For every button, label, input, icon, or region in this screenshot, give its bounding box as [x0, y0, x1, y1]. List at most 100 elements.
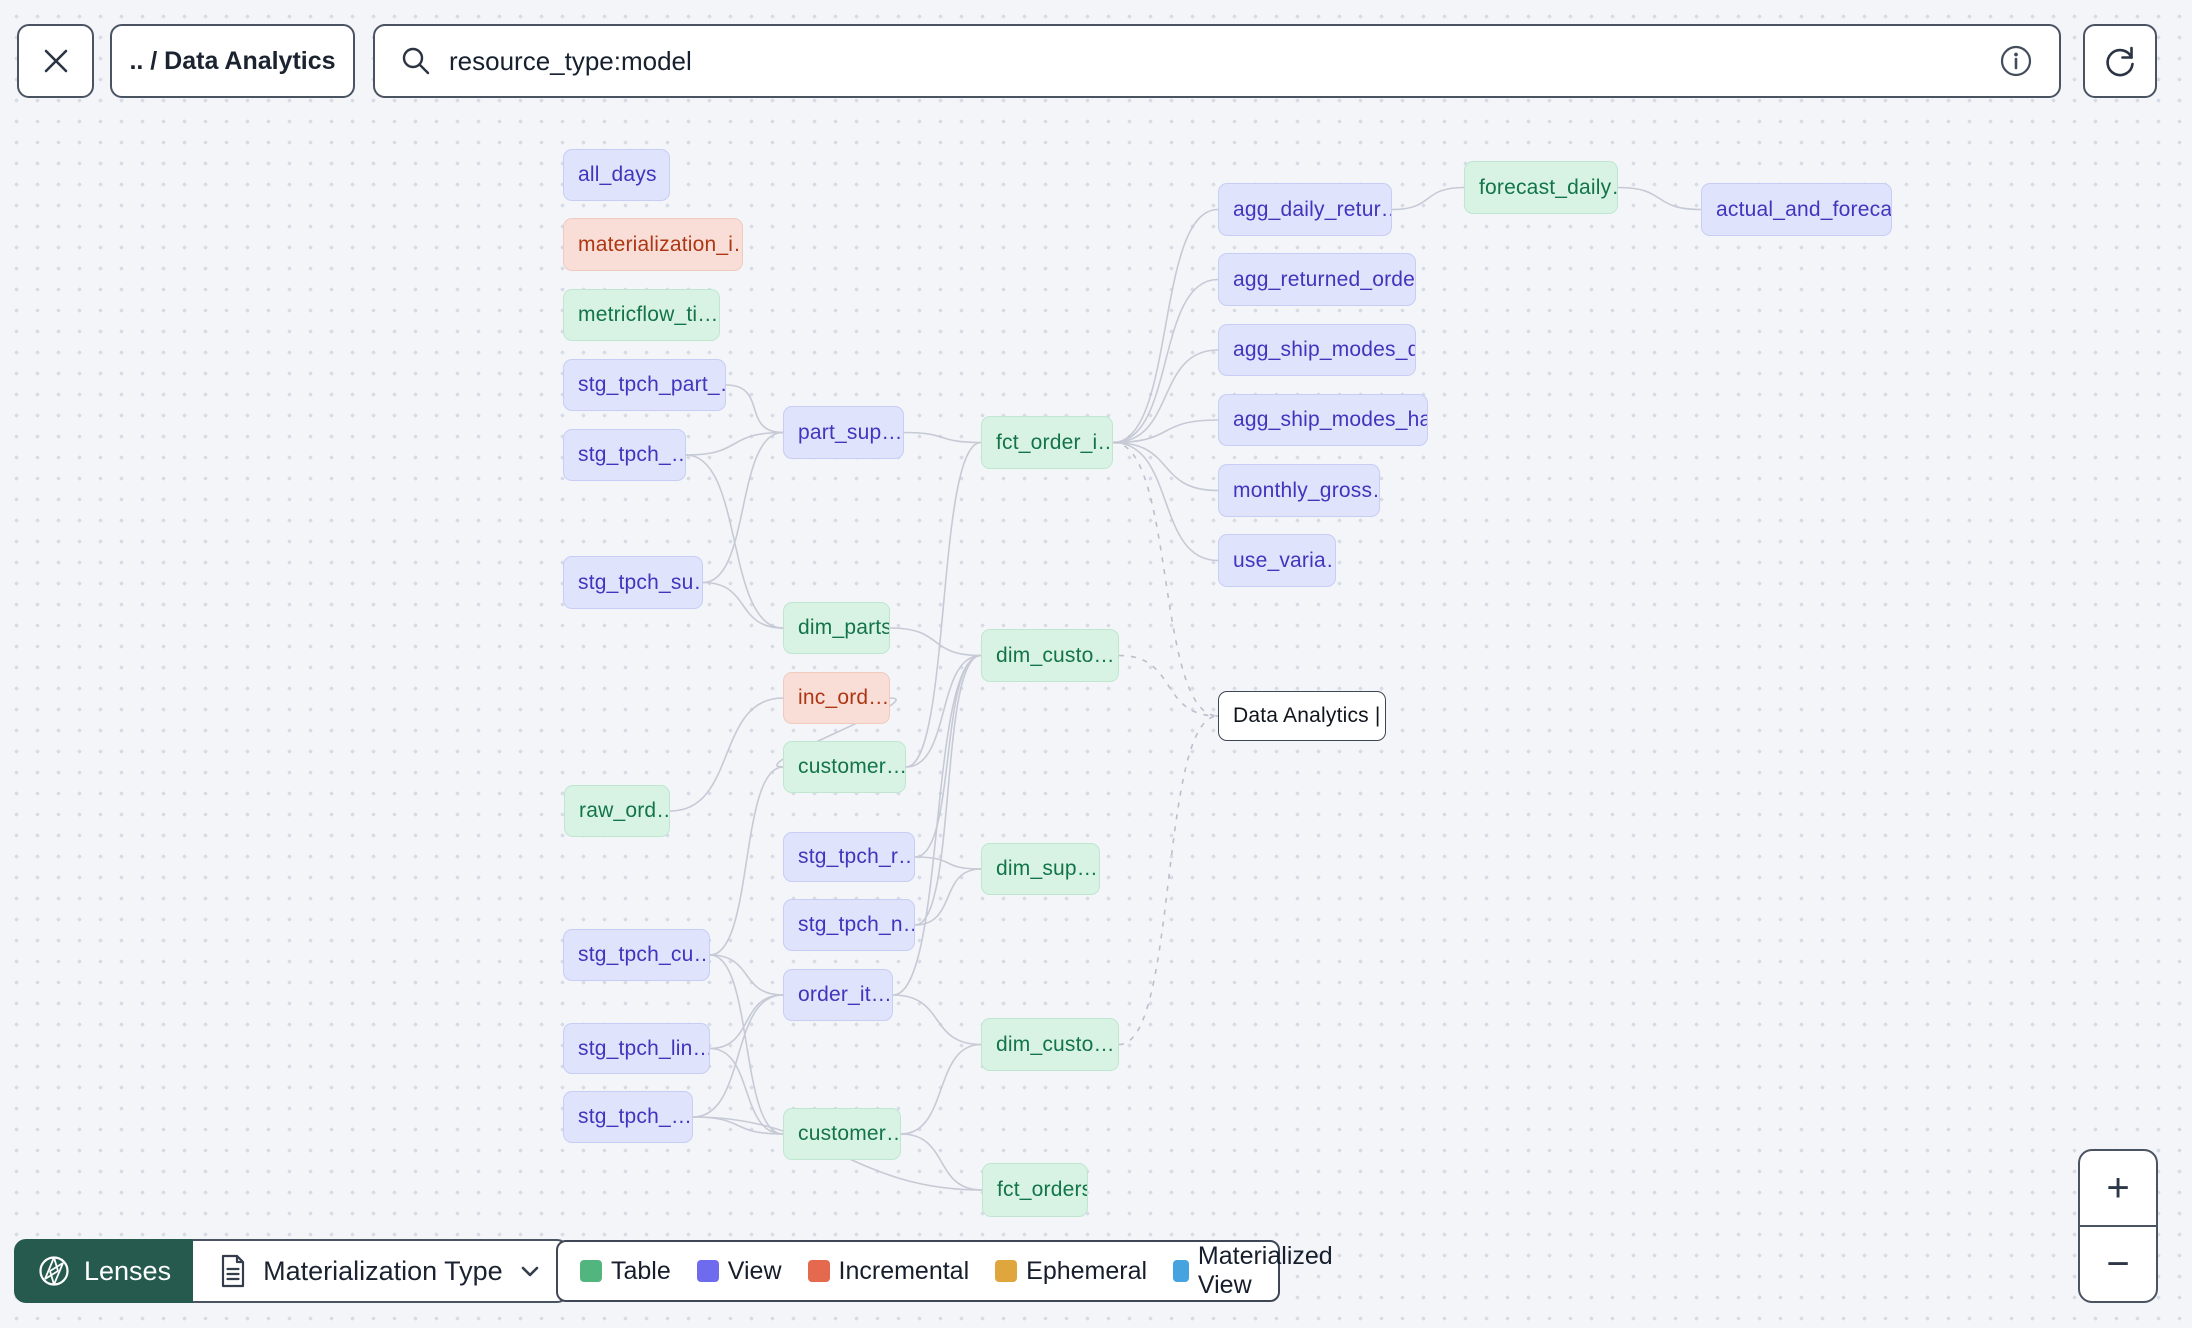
- zoom-controls: + −: [2078, 1149, 2158, 1303]
- graph-node-stg_tpch_part[interactable]: stg_tpch_part_…: [563, 359, 726, 411]
- lenses-label: Lenses: [84, 1255, 172, 1286]
- materialization-type-selector[interactable]: Materialization Type: [193, 1239, 569, 1303]
- breadcrumb[interactable]: .. / Data Analytics: [110, 24, 355, 98]
- edge-fct_order_i-to-agg_returned: [1112, 278, 1219, 444]
- graph-node-raw_ord[interactable]: raw_ord…: [564, 785, 670, 837]
- graph-node-agg_returned[interactable]: agg_returned_orde…: [1218, 253, 1416, 306]
- edge-fct_order_i-to-exposure: [1112, 441, 1219, 717]
- edge-customer_b-to-fct_orders: [900, 1133, 983, 1191]
- graph-node-metricflow_ti[interactable]: metricflow_ti…: [563, 289, 720, 341]
- edge-order_it-to-dim_custo_b: [892, 994, 982, 1046]
- lens-aperture-icon: [36, 1253, 72, 1289]
- graph-node-customer_b[interactable]: customer…: [783, 1108, 901, 1160]
- edge-dim_custo_a-to-exposure: [1118, 654, 1219, 717]
- graph-node-dim_sup[interactable]: dim_sup…: [981, 843, 1100, 895]
- refresh-icon: [2100, 41, 2140, 81]
- graph-node-dim_parts[interactable]: dim_parts: [783, 602, 890, 654]
- legend-label: Ephemeral: [1026, 1256, 1148, 1285]
- edge-stg_tpch_part-to-part_sup: [725, 384, 784, 434]
- zoom-out-button[interactable]: −: [2080, 1227, 2156, 1301]
- edge-fct_order_i-to-agg_daily: [1112, 208, 1219, 444]
- graph-node-agg_daily[interactable]: agg_daily_retur…: [1218, 183, 1392, 236]
- legend-label: Materialized View: [1197, 1242, 1333, 1299]
- breadcrumb-label: .. / Data Analytics: [129, 46, 336, 75]
- graph-node-all_days[interactable]: all_days: [563, 149, 670, 201]
- legend-swatch: [807, 1260, 830, 1282]
- graph-node-dim_custo_b[interactable]: dim_custo…: [981, 1018, 1119, 1071]
- graph-node-use_varia[interactable]: use_varia…: [1218, 534, 1336, 587]
- edge-stg_tpch_n-to-dim_custo_a: [914, 654, 982, 926]
- edge-stg_tpch_lin-to-customer_b: [709, 1047, 784, 1135]
- graph-node-actual_forecast[interactable]: actual_and_foreca…: [1701, 183, 1892, 236]
- legend-item-table: Table: [580, 1257, 671, 1286]
- edge-stg_tpch_su-to-part_sup: [702, 431, 784, 584]
- legend-swatch: [1173, 1260, 1189, 1282]
- zoom-in-button[interactable]: +: [2080, 1151, 2156, 1227]
- edge-stg_tpch_cu-to-customer_a: [709, 766, 784, 956]
- graph-node-stg_tpch_lin[interactable]: stg_tpch_lin…: [563, 1023, 710, 1074]
- graph-node-stg_tpch_a[interactable]: stg_tpch_…: [563, 429, 686, 481]
- edge-fct_order_i-to-monthly_gross: [1112, 441, 1219, 492]
- document-icon: [217, 1254, 249, 1288]
- graph-node-agg_ship_d[interactable]: agg_ship_modes_d…: [1218, 324, 1416, 376]
- edge-stg_tpch_cu-to-customer_b: [709, 954, 784, 1135]
- search-icon: [399, 44, 433, 78]
- edge-stg_tpch_r-to-dim_sup: [914, 856, 982, 870]
- legend-swatch: [580, 1260, 602, 1282]
- edge-fct_order_i-to-use_varia: [1112, 441, 1219, 562]
- graph-node-order_it[interactable]: order_it…: [783, 969, 893, 1021]
- toolbar: .. / Data Analytics: [0, 0, 2192, 120]
- legend-item-incremental: Incremental: [807, 1256, 970, 1286]
- graph-node-stg_tpch_r[interactable]: stg_tpch_r…: [783, 832, 915, 882]
- edge-customer_a-to-dim_custo_a: [905, 654, 982, 768]
- graph-node-monthly_gross[interactable]: monthly_gross…: [1218, 464, 1380, 517]
- edge-stg_tpch_r-to-dim_custo_a: [914, 654, 982, 858]
- edge-fct_order_i-to-agg_ship_ha: [1112, 419, 1219, 444]
- edge-stg_tpch_cu-to-order_it: [709, 954, 784, 996]
- graph-node-materialization_i[interactable]: materialization_i…: [563, 218, 743, 271]
- edge-stg_tpch_a-to-part_sup: [685, 431, 784, 456]
- edge-stg_tpch_lin-to-order_it: [709, 994, 784, 1050]
- search-input[interactable]: [449, 45, 1997, 77]
- edge-dim_custo_b-to-exposure: [1118, 715, 1219, 1046]
- search-bar[interactable]: [373, 24, 2061, 98]
- graph-node-stg_tpch_b[interactable]: stg_tpch_…: [563, 1091, 693, 1143]
- graph-node-dim_custo_a[interactable]: dim_custo…: [981, 629, 1119, 682]
- legend-item-ephemeral: Ephemeral: [995, 1257, 1147, 1286]
- chevron-down-icon: [517, 1258, 543, 1284]
- legend-label: Incremental: [838, 1256, 970, 1285]
- materialization-type-label: Materialization Type: [263, 1255, 503, 1286]
- graph-node-forecast_daily[interactable]: forecast_daily…: [1464, 161, 1618, 214]
- graph-node-customer_a[interactable]: customer…: [783, 741, 906, 793]
- graph-node-inc_ord[interactable]: inc_ord…: [783, 672, 890, 724]
- info-icon[interactable]: [1997, 42, 2035, 80]
- legend-label: Table: [611, 1256, 671, 1285]
- graph-node-stg_tpch_n[interactable]: stg_tpch_n…: [783, 899, 915, 951]
- graph-node-fct_orders[interactable]: fct_orders: [982, 1163, 1088, 1217]
- lenses-bar: Lenses Materialization Type: [14, 1239, 569, 1303]
- edge-customer_b-to-dim_custo_b: [900, 1043, 982, 1135]
- edge-raw_ord-to-inc_ord: [669, 697, 784, 812]
- edge-customer_a-to-fct_order_i: [905, 441, 982, 768]
- edge-agg_daily-to-forecast_daily: [1391, 186, 1465, 211]
- edge-stg_tpch_su-to-dim_parts: [702, 581, 784, 629]
- edge-dim_parts-to-dim_custo_a: [889, 627, 982, 657]
- graph-node-stg_tpch_cu[interactable]: stg_tpch_cu…: [563, 929, 710, 981]
- lenses-button[interactable]: Lenses: [14, 1239, 194, 1303]
- lineage-canvas[interactable]: all_days materialization_i… metricflow_ti……: [0, 0, 2192, 1328]
- graph-node-part_sup[interactable]: part_sup…: [783, 406, 904, 459]
- edge-stg_tpch_b-to-customer_b: [692, 1116, 784, 1135]
- close-button[interactable]: [17, 24, 94, 98]
- edge-part_sup-to-fct_order_i: [903, 431, 982, 444]
- legend-item-materialized-view: Materialized View: [1173, 1242, 1339, 1300]
- legend-label: View: [727, 1256, 782, 1285]
- graph-node-exposure[interactable]: Data Analytics | …: [1218, 691, 1386, 741]
- legend-item-view: View: [696, 1256, 782, 1286]
- edge-stg_tpch_n-to-dim_sup: [914, 868, 982, 926]
- graph-node-fct_order_i[interactable]: fct_order_i…: [981, 416, 1113, 469]
- legend: Table View Incremental Ephemeral Materialize…: [556, 1240, 1333, 1302]
- refresh-button[interactable]: [2083, 24, 2157, 98]
- edge-fct_order_i-to-agg_ship_d: [1112, 349, 1219, 444]
- graph-node-stg_tpch_su[interactable]: stg_tpch_su…: [563, 556, 703, 609]
- graph-node-agg_ship_ha[interactable]: agg_ship_modes_ha…: [1218, 394, 1428, 446]
